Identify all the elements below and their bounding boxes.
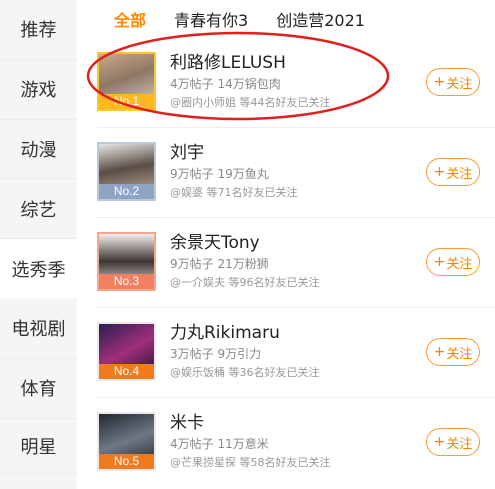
tab-chuang-2021[interactable]: 创造营2021	[276, 7, 365, 31]
plus-icon: +	[433, 434, 446, 450]
sidebar-item-label: 动漫	[20, 139, 57, 161]
rank-badge: No.3	[99, 274, 154, 289]
sidebar-item-anime[interactable]: 动漫	[0, 120, 77, 180]
list-item[interactable]: No.3 余景天Tony 9万帖子 21万粉狮 @一介娱夫 等96名好友已关注 …	[77, 218, 495, 308]
sidebar-item-games[interactable]: 游戏	[0, 60, 77, 120]
friends-followed: @娱乐饭桶 等36名好友已关注	[170, 366, 320, 379]
sidebar-item-label: 游戏	[20, 80, 57, 102]
follow-button[interactable]: + 关注	[426, 428, 480, 456]
tab-all[interactable]: 全部	[114, 7, 146, 31]
sidebar-item-label: 明星	[20, 436, 57, 458]
friends-followed: @一介娱夫 等96名好友已关注	[170, 276, 320, 289]
category-sidebar: 推荐 游戏 动漫 综艺 选秀季 电视剧 体育 明星	[0, 0, 77, 489]
tab-youth-with-you-3[interactable]: 青春有你3	[174, 7, 248, 31]
sidebar-item-sports[interactable]: 体育	[0, 359, 77, 419]
sidebar-item-variety[interactable]: 综艺	[0, 179, 77, 240]
avatar: No.4	[97, 322, 156, 381]
bar-stats: 3万帖子 9万引力	[170, 347, 262, 361]
avatar: No.3	[97, 232, 156, 291]
bar-name: 余景天Tony	[170, 233, 260, 253]
bar-stats: 9万帖子 21万粉狮	[170, 257, 269, 271]
rank-badge: No.4	[99, 364, 154, 379]
bar-stats: 9万帖子 19万鱼丸	[170, 167, 269, 181]
sidebar-item-label: 电视剧	[11, 319, 66, 341]
friends-followed: @娱婆 等71名好友已关注	[170, 186, 298, 199]
sidebar-item-label: 体育	[20, 379, 57, 401]
bar-name: 刘宇	[170, 143, 204, 163]
sidebar-item-label: 选秀季	[11, 259, 66, 281]
sidebar-item-label: 推荐	[20, 20, 57, 42]
plus-icon: +	[433, 344, 446, 360]
follow-button[interactable]: + 关注	[426, 338, 480, 366]
sidebar-item-talent-show[interactable]: 选秀季	[0, 239, 77, 299]
plus-icon: +	[433, 164, 446, 180]
avatar: No.2	[97, 142, 156, 201]
rank-badge: No.2	[99, 184, 154, 199]
rank-badge: No.5	[99, 454, 154, 469]
highlight-ellipse	[86, 31, 390, 121]
list-item[interactable]: No.2 刘宇 9万帖子 19万鱼丸 @娱婆 等71名好友已关注 + 关注	[77, 128, 495, 218]
sidebar-item-recommend[interactable]: 推荐	[0, 0, 77, 60]
sidebar-item-celebrities[interactable]: 明星	[0, 419, 77, 474]
plus-icon: +	[433, 74, 446, 90]
list-item[interactable]: No.5 米卡 4万帖子 11万意米 @芒果捞星探 等58名好友已关注 + 关注	[77, 398, 495, 488]
follow-button[interactable]: + 关注	[426, 248, 480, 276]
follow-button[interactable]: + 关注	[426, 68, 480, 96]
bar-name: 力丸Rikimaru	[170, 323, 280, 343]
list-item[interactable]: No.4 力丸Rikimaru 3万帖子 9万引力 @娱乐饭桶 等36名好友已关…	[77, 308, 495, 398]
sidebar-item-label: 综艺	[20, 199, 57, 221]
bar-stats: 4万帖子 11万意米	[170, 437, 269, 451]
main-content: 全部 青春有你3 创造营2021 No.1 利路修LELUSH 4万帖子 14万…	[77, 0, 495, 489]
bar-name: 米卡	[170, 413, 204, 433]
sidebar-item-tv-drama[interactable]: 电视剧	[0, 299, 77, 359]
friends-followed: @芒果捞星探 等58名好友已关注	[170, 456, 331, 469]
avatar: No.5	[97, 412, 156, 471]
follow-button[interactable]: + 关注	[426, 158, 480, 186]
plus-icon: +	[433, 254, 446, 270]
